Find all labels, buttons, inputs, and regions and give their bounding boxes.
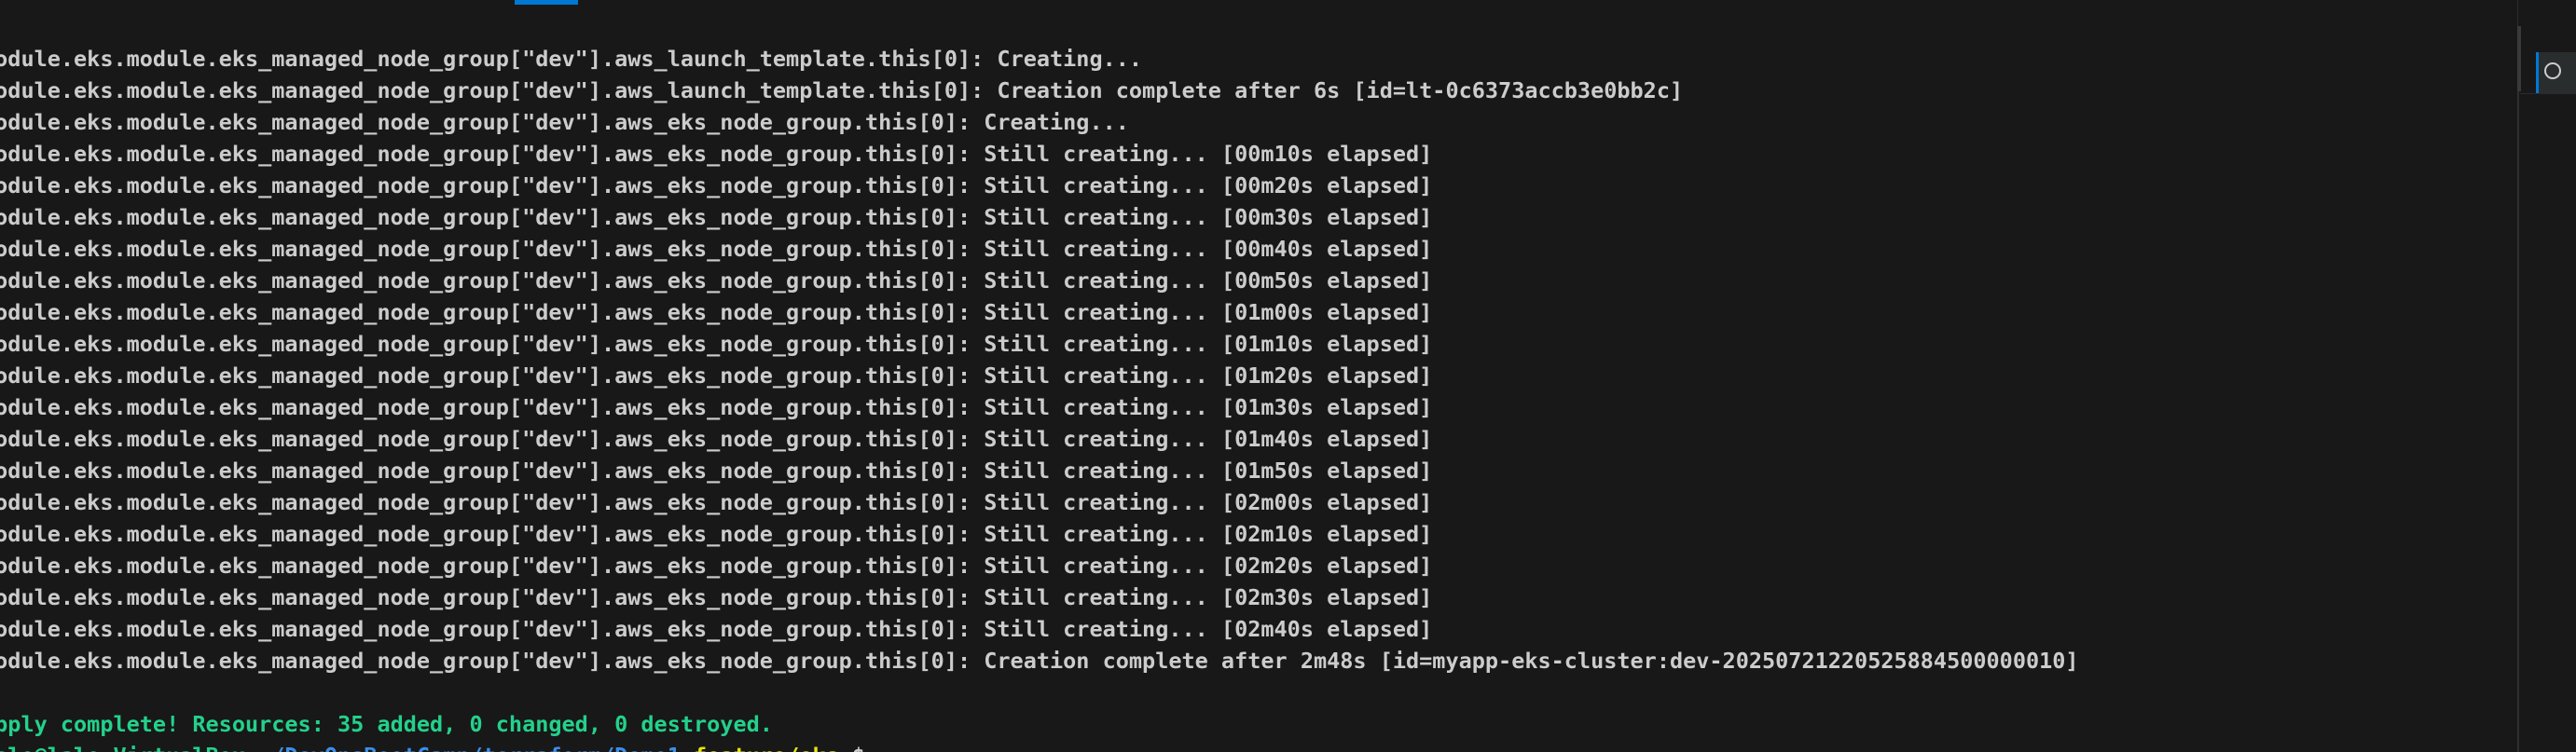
- prompt-user-host: lalo@lalo-VirtualBox: [0, 743, 245, 752]
- terminal-line: module.eks.module.eks_managed_node_group…: [0, 616, 1433, 642]
- terminal-line: module.eks.module.eks_managed_node_group…: [0, 77, 1684, 103]
- terminal-line: module.eks.module.eks_managed_node_group…: [0, 141, 1433, 167]
- terminal-line: module.eks.module.eks_managed_node_group…: [0, 362, 1433, 389]
- terminal-line: module.eks.module.eks_managed_node_group…: [0, 394, 1433, 420]
- terminal-line: module.eks.module.eks_managed_node_group…: [0, 521, 1433, 547]
- prompt-separator: :: [245, 743, 258, 752]
- terminal-line: module.eks.module.eks_managed_node_group…: [0, 489, 1433, 515]
- terminal-panel[interactable]: module.eks.module.eks_managed_node_group…: [0, 0, 2517, 752]
- terminal-line: module.eks.module.eks_managed_node_group…: [0, 204, 1433, 230]
- terminal-line: module.eks.module.eks_managed_node_group…: [0, 46, 1143, 72]
- side-panel-divider: [2520, 93, 2576, 94]
- shell-prompt[interactable]: lalo@lalo-VirtualBox:~/DevOpsBootCamp/te…: [0, 740, 2079, 752]
- terminal-line: module.eks.module.eks_managed_node_group…: [0, 109, 1129, 135]
- terminal-instance-icon: [2544, 62, 2561, 79]
- terminal-line: module.eks.module.eks_managed_node_group…: [0, 584, 1433, 610]
- terminal-line: module.eks.module.eks_managed_node_group…: [0, 553, 1433, 579]
- terminal-scrollbar[interactable]: [2517, 26, 2519, 752]
- terminal-output[interactable]: module.eks.module.eks_managed_node_group…: [0, 43, 2079, 752]
- apply-complete-message: Apply complete! Resources: 35 added, 0 c…: [0, 711, 773, 737]
- terminal-line: module.eks.module.eks_managed_node_group…: [0, 236, 1433, 262]
- terminal-scroll-thumb[interactable]: [2517, 26, 2521, 91]
- prompt-branch: feature/eks: [681, 743, 839, 752]
- terminal-line: module.eks.module.eks_managed_node_group…: [0, 331, 1433, 357]
- terminal-line: module.eks.module.eks_managed_node_group…: [0, 299, 1433, 325]
- active-tab-indicator: [515, 0, 578, 5]
- terminal-side-panel: [2517, 0, 2576, 752]
- prompt-symbol: $: [839, 743, 865, 752]
- prompt-path: ~/DevOpsBootCamp/terraform/Demo1: [258, 743, 681, 752]
- terminal-line: module.eks.module.eks_managed_node_group…: [0, 267, 1433, 294]
- terminal-instance-tab[interactable]: [2536, 52, 2576, 93]
- terminal-line: module.eks.module.eks_managed_node_group…: [0, 458, 1433, 484]
- terminal-line: module.eks.module.eks_managed_node_group…: [0, 426, 1433, 452]
- terminal-line: module.eks.module.eks_managed_node_group…: [0, 648, 2079, 674]
- terminal-line: module.eks.module.eks_managed_node_group…: [0, 172, 1433, 198]
